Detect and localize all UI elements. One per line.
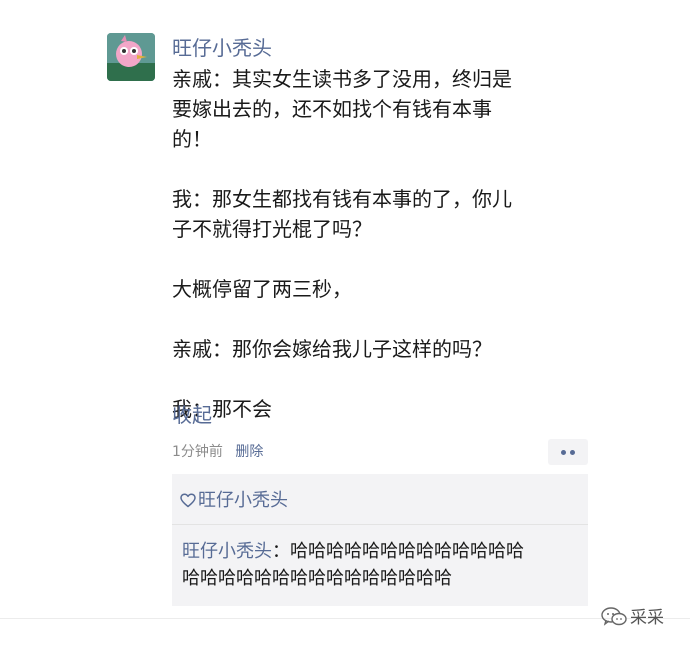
post-blank-line	[172, 304, 592, 334]
post-meta: 1分钟前 删除	[172, 441, 263, 463]
post-line: 我：那不会	[172, 397, 272, 421]
post-line: 亲戚：那你会嫁给我儿子这样的吗？	[172, 337, 492, 361]
likes-row: 旺仔小秃头	[180, 488, 288, 514]
more-dots-icon	[561, 450, 566, 455]
post-blank-line	[172, 244, 592, 274]
watermark: 采采	[601, 603, 664, 633]
comment: 旺仔小秃头：哈哈哈哈哈哈哈哈哈哈哈哈哈 哈哈哈哈哈哈哈哈哈哈哈哈哈哈哈	[182, 538, 578, 592]
comment-separator: ：	[272, 541, 290, 562]
poster-name[interactable]: 旺仔小秃头	[172, 34, 272, 62]
wechat-bubble-icon	[601, 607, 627, 626]
post-blank-line	[172, 154, 592, 184]
collapse-link[interactable]: 收起	[172, 401, 212, 429]
more-dots-icon	[570, 450, 575, 455]
post-line: 亲戚：其实女生读书多了没用，终归是	[172, 67, 512, 91]
pink-bird-avatar-icon	[107, 33, 155, 81]
bottom-divider	[0, 618, 690, 619]
comment-text: 哈哈哈哈哈哈哈哈哈哈哈哈哈	[290, 541, 524, 562]
comment-author[interactable]: 旺仔小秃头	[182, 541, 272, 562]
interaction-panel: 旺仔小秃头 旺仔小秃头：哈哈哈哈哈哈哈哈哈哈哈哈哈 哈哈哈哈哈哈哈哈哈哈哈哈哈哈…	[172, 474, 588, 606]
avatar[interactable]	[107, 33, 155, 81]
post-blank-line	[172, 364, 592, 394]
delete-button[interactable]: 删除	[235, 444, 263, 460]
post-body: 亲戚：其实女生读书多了没用，终归是 要嫁出去的，还不如找个有钱有本事 的！ 我：…	[172, 64, 592, 424]
post-line: 大概停留了两三秒，	[172, 277, 352, 301]
heart-outline-icon	[180, 493, 196, 508]
more-button[interactable]	[548, 439, 588, 465]
post-time: 1分钟前	[172, 444, 223, 460]
divider	[172, 524, 588, 525]
post-line: 要嫁出去的，还不如找个有钱有本事	[172, 97, 492, 121]
post-line: 的！	[172, 127, 212, 151]
post-line: 我：那女生都找有钱有本事的了，你儿	[172, 187, 512, 211]
post-line: 子不就得打光棍了吗？	[172, 217, 372, 241]
watermark-text: 采采	[630, 608, 664, 628]
like-name[interactable]: 旺仔小秃头	[198, 490, 288, 511]
comment-line: 旺仔小秃头：哈哈哈哈哈哈哈哈哈哈哈哈哈	[182, 538, 578, 565]
comment-text: 哈哈哈哈哈哈哈哈哈哈哈哈哈哈哈	[182, 568, 452, 589]
